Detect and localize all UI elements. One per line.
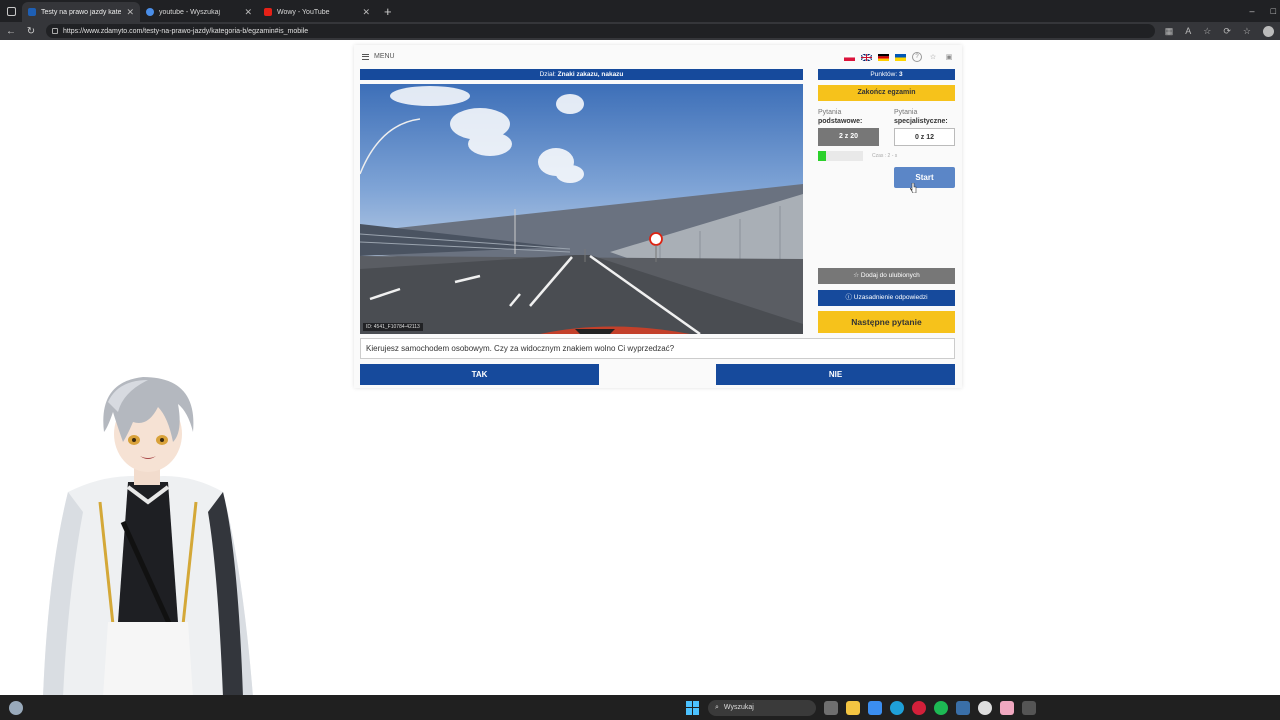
opera-icon[interactable]: [912, 700, 926, 715]
youtube-favicon-icon: [264, 8, 272, 16]
explanation-label: Uzasadnienie odpowiedzi: [853, 294, 928, 301]
app-pink-icon[interactable]: [1000, 700, 1014, 715]
next-question-button[interactable]: Następne pytanie: [818, 311, 955, 333]
hamburger-icon: [362, 53, 369, 60]
browser-tab-bar: Testy na prawo jazdy kategoria B ✕ youtu…: [0, 0, 1280, 22]
menu-button[interactable]: MENU: [362, 53, 395, 60]
star-outline-icon: ☆: [853, 272, 861, 279]
basic-label-line1: Pytania: [818, 109, 842, 116]
address-bar-row: ← ↻ https://www.zdamyto.com/testy-na-pra…: [0, 22, 1280, 40]
taskbar-search[interactable]: ⌕ Wyszukaj: [708, 699, 816, 716]
basic-questions-label: Pytania podstawowe:: [818, 108, 862, 126]
mouse-cursor-icon: [910, 183, 917, 193]
video-id-label: ID: 4541_F10784-42113: [363, 323, 423, 331]
exam-card: MENU ? ☆ ▣ Dział: Znaki zakazu, nakazu I…: [354, 45, 962, 388]
close-tab-icon[interactable]: ✕: [362, 7, 370, 18]
add-favorite-label: Dodaj do ulubionych: [860, 272, 920, 279]
points-banner: Punktów: 3: [818, 69, 955, 80]
time-label: Czas : 2 - s: [872, 153, 898, 159]
store-icon[interactable]: [868, 700, 882, 715]
points-value: 3: [898, 71, 903, 78]
close-tab-icon[interactable]: ✕: [126, 7, 134, 18]
answer-yes-button[interactable]: TAK: [360, 364, 599, 385]
url-text: https://www.zdamyto.com/testy-na-prawo-j…: [63, 27, 309, 35]
finish-exam-button[interactable]: Zakończ egzamin: [818, 85, 955, 101]
windows-start-icon[interactable]: [686, 700, 700, 715]
windows-taskbar: ⌕ Wyszukaj: [0, 695, 1280, 720]
widgets-icon[interactable]: [9, 700, 23, 715]
tab-title: Wowy - YouTube: [277, 8, 330, 16]
search-icon: ⌕: [715, 703, 719, 711]
maximize-button[interactable]: □: [1271, 6, 1276, 16]
favorite-star-icon[interactable]: ☆: [1203, 26, 1211, 37]
basic-questions-counter: 2 z 20: [818, 128, 879, 146]
special-label-line2: specjalistyczne:: [894, 118, 948, 125]
close-tab-icon[interactable]: ✕: [244, 7, 252, 18]
question-video[interactable]: ID: 4541_F10784-42113: [360, 84, 803, 334]
section-banner: Dział: Znaki zakazu, nakazu: [360, 69, 803, 80]
tab-zdamyto[interactable]: Testy na prawo jazdy kategoria B ✕: [22, 2, 140, 22]
flag-pl-icon[interactable]: [844, 53, 855, 61]
tab-title: youtube - Wyszukaj: [159, 8, 221, 16]
menu-label: MENU: [374, 53, 395, 60]
special-questions-counter: 0 z 12: [894, 128, 955, 146]
section-name: Znaki zakazu, nakazu: [557, 71, 624, 78]
basic-label-line2: podstawowe:: [818, 118, 863, 125]
minimize-button[interactable]: –: [1250, 6, 1255, 16]
section-prefix: Dział:: [539, 71, 556, 78]
vtuber-avatar-image: [43, 377, 253, 697]
tab-actions-button[interactable]: [0, 0, 22, 22]
read-aloud-icon[interactable]: A: [1185, 26, 1191, 36]
star-icon[interactable]: ☆: [928, 52, 938, 62]
calendar-icon[interactable]: ▣: [944, 52, 954, 62]
timer-progress-fill: [818, 151, 827, 161]
top-icons: ? ☆ ▣: [844, 52, 954, 62]
flag-ua-icon[interactable]: [895, 53, 906, 61]
tab-youtube[interactable]: Wowy - YouTube ✕: [258, 2, 376, 22]
profile-avatar[interactable]: [1263, 25, 1274, 37]
special-label-line1: Pytania: [894, 109, 918, 116]
zdamyto-favicon-icon: [28, 8, 36, 16]
points-label: Punktów:: [870, 71, 898, 78]
answer-no-button[interactable]: NIE: [716, 364, 955, 385]
extensions-icon[interactable]: ⟳: [1223, 26, 1231, 37]
app-dark-icon[interactable]: [1022, 700, 1036, 715]
task-view-icon[interactable]: [824, 700, 838, 715]
special-questions-label: Pytania specjalistyczne:: [894, 108, 948, 126]
bing-favicon-icon: [146, 8, 154, 16]
question-text: Kierujesz samochodem osobowym. Czy za wi…: [360, 338, 955, 359]
collections-icon[interactable]: ☆: [1243, 26, 1251, 37]
chrome-icon[interactable]: [978, 700, 992, 715]
file-explorer-icon[interactable]: [846, 700, 860, 715]
info-circle-icon: ⓘ: [845, 294, 854, 301]
taskbar-search-placeholder: Wyszukaj: [723, 704, 754, 711]
timer-progress-bar: [818, 151, 863, 161]
flag-gb-icon[interactable]: [861, 53, 872, 61]
help-icon[interactable]: ?: [912, 52, 922, 62]
url-field[interactable]: https://www.zdamyto.com/testy-na-prawo-j…: [46, 24, 1155, 38]
lock-icon: [52, 28, 58, 34]
tab-youtube-search[interactable]: youtube - Wyszukaj ✕: [140, 2, 258, 22]
add-favorite-button[interactable]: ☆ Dodaj do ulubionych: [818, 268, 955, 284]
new-tab-button[interactable]: +: [376, 0, 400, 22]
tab-title: Testy na prawo jazdy kategoria B: [41, 8, 122, 16]
spotify-icon[interactable]: [934, 700, 948, 715]
apps-grid-icon[interactable]: ▦: [1165, 26, 1174, 37]
flag-de-icon[interactable]: [878, 53, 889, 61]
road-scene-image: [360, 84, 803, 334]
explanation-button[interactable]: ⓘ Uzasadnienie odpowiedzi: [818, 290, 955, 306]
reload-icon[interactable]: ↻: [26, 26, 36, 37]
back-icon[interactable]: ←: [6, 26, 16, 37]
steam-icon[interactable]: [956, 700, 970, 715]
start-button[interactable]: Start: [894, 167, 955, 188]
edge-icon[interactable]: [890, 700, 904, 715]
